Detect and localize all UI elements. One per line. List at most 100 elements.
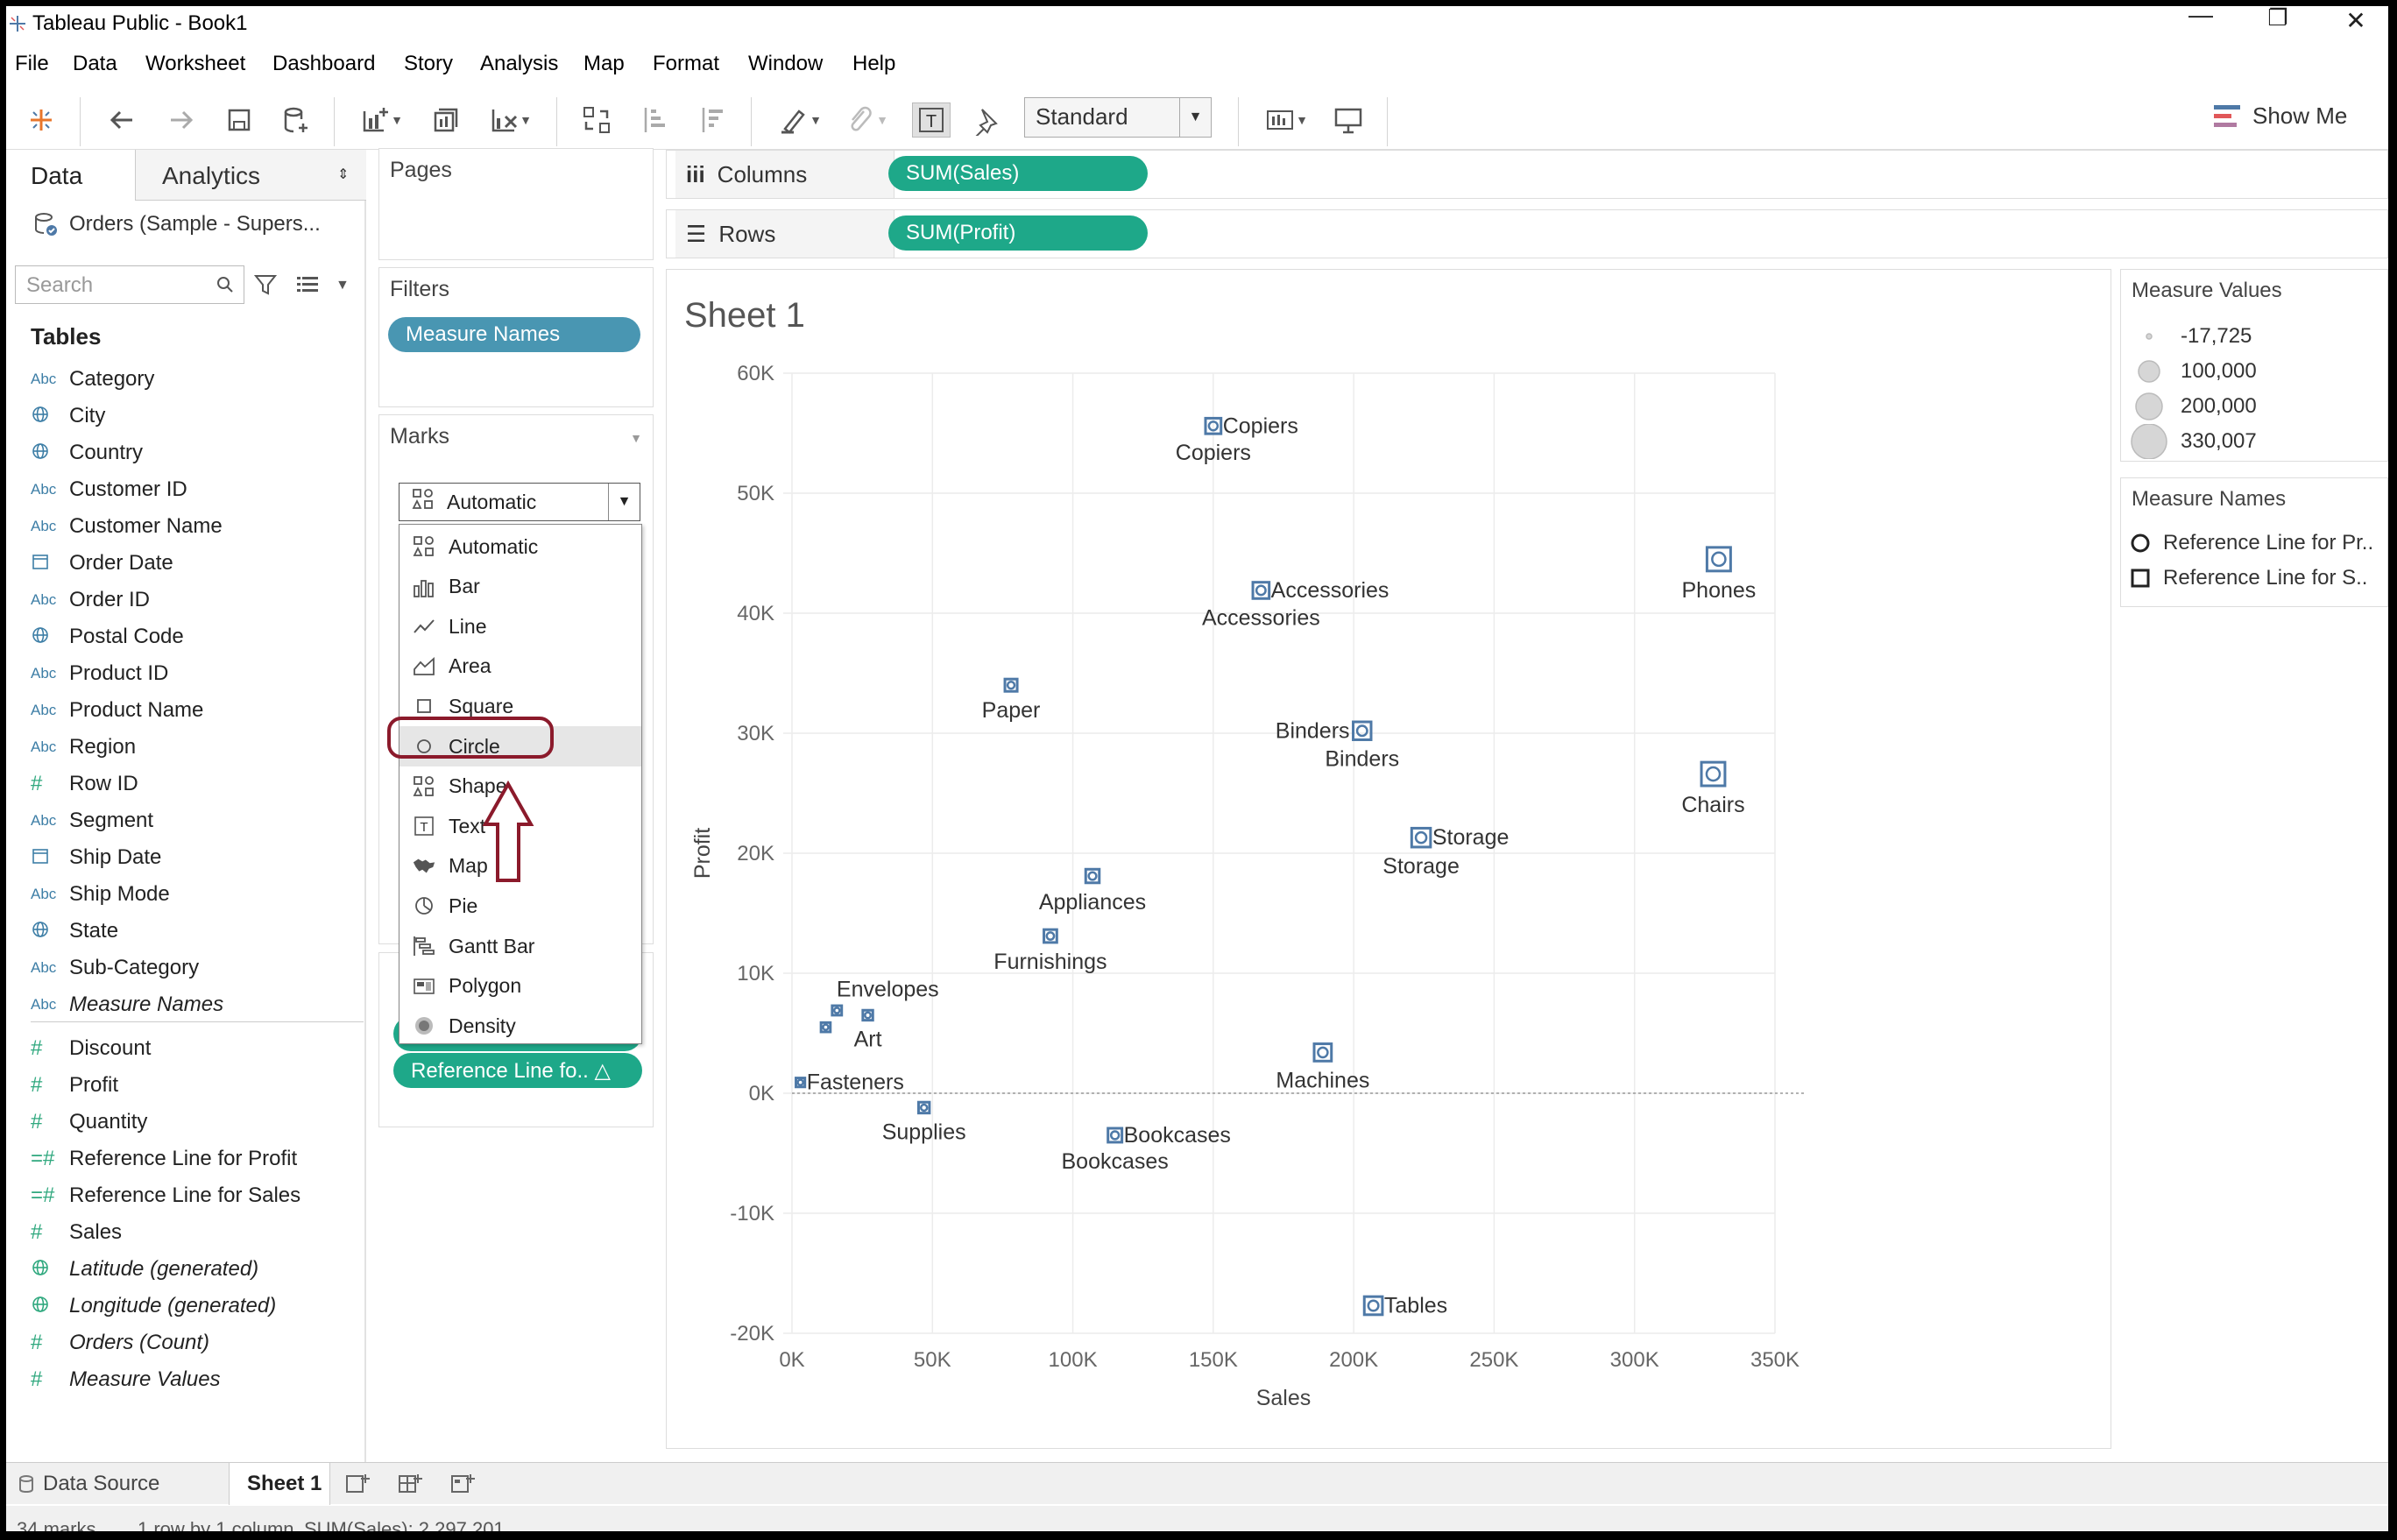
menu-analysis[interactable]: Analysis bbox=[480, 52, 558, 76]
mark-type-option-density[interactable]: Density bbox=[400, 1006, 641, 1046]
field-sub-category[interactable]: Abc Sub-Category bbox=[31, 950, 364, 986]
field-row-id[interactable]: # Row ID bbox=[31, 766, 364, 802]
field-latitude-generated[interactable]: Latitude (generated) bbox=[31, 1251, 364, 1288]
field-country[interactable]: Country bbox=[31, 434, 364, 471]
mark-type-option-bar[interactable]: Bar bbox=[400, 567, 641, 607]
field-reference-line-for-profit[interactable]: =# Reference Line for Profit bbox=[31, 1141, 364, 1177]
show-me-button[interactable]: Show Me bbox=[2214, 102, 2347, 130]
columns-pill-sum-sales[interactable]: SUM(Sales) bbox=[888, 156, 1148, 191]
field-order-id[interactable]: Abc Order ID bbox=[31, 582, 364, 618]
tab-data[interactable]: Data bbox=[6, 150, 136, 201]
field-orders-count[interactable]: # Orders (Count) bbox=[31, 1325, 364, 1361]
field-segment[interactable]: Abc Segment bbox=[31, 802, 364, 839]
undo-icon[interactable] bbox=[104, 102, 139, 138]
mark-type-option-gantt-bar[interactable]: Gantt Bar bbox=[400, 926, 641, 966]
field-profit[interactable]: # Profit bbox=[31, 1067, 364, 1104]
maximize-button[interactable]: ❐ bbox=[2252, 6, 2304, 32]
save-icon[interactable] bbox=[222, 102, 257, 138]
datasource-item[interactable]: Orders (Sample - Supers... bbox=[32, 211, 321, 237]
new-story-tab-icon[interactable] bbox=[449, 1463, 476, 1505]
field-state[interactable]: State bbox=[31, 913, 364, 950]
new-datasource-icon[interactable] bbox=[278, 102, 313, 138]
new-dashboard-tab-icon[interactable] bbox=[397, 1463, 423, 1505]
menu-dashboard[interactable]: Dashboard bbox=[272, 52, 375, 76]
field-longitude-generated[interactable]: Longitude (generated) bbox=[31, 1288, 364, 1325]
filter-icon[interactable] bbox=[253, 272, 278, 297]
data-source-tab[interactable]: Data Source bbox=[18, 1463, 159, 1505]
window-title: Tableau Public - Book1 bbox=[32, 11, 248, 35]
chevron-down-icon[interactable]: ▼ bbox=[608, 484, 640, 520]
fit-view-icon[interactable]: ▼ bbox=[1257, 102, 1315, 138]
field-search-input[interactable]: Search bbox=[15, 265, 244, 304]
menu-worksheet[interactable]: Worksheet bbox=[145, 52, 245, 76]
fix-axes-icon[interactable] bbox=[968, 102, 1003, 138]
field-ship-date[interactable]: Ship Date bbox=[31, 839, 364, 876]
show-mark-labels-icon[interactable]: T bbox=[912, 102, 951, 138]
redo-icon[interactable] bbox=[164, 102, 199, 138]
menu-story[interactable]: Story bbox=[404, 52, 453, 76]
data-point-circle bbox=[1109, 1130, 1121, 1141]
field-product-name[interactable]: Abc Product Name bbox=[31, 692, 364, 729]
view-list-icon[interactable] bbox=[295, 274, 320, 295]
field-sales[interactable]: # Sales bbox=[31, 1214, 364, 1251]
field-category[interactable]: Abc Category bbox=[31, 361, 364, 398]
sort-ascending-icon[interactable] bbox=[637, 102, 672, 138]
swap-rows-columns-icon[interactable] bbox=[579, 102, 614, 138]
mark-label-mode-select[interactable]: Standard ▼ bbox=[1024, 97, 1212, 138]
group-members-icon[interactable]: ▼ bbox=[840, 102, 893, 138]
menu-map[interactable]: Map bbox=[583, 52, 625, 76]
rows-pill-sum-profit[interactable]: SUM(Profit) bbox=[888, 215, 1148, 251]
size-legend-item[interactable]: 330,007 bbox=[2130, 424, 2257, 459]
collapse-icon[interactable]: ⇕ bbox=[337, 166, 349, 183]
shape-legend-item[interactable]: Reference Line for S.. bbox=[2130, 566, 2367, 590]
minimize-button[interactable]: — bbox=[2174, 6, 2227, 29]
reference-line-pill[interactable]: Reference Line fo.. △ bbox=[393, 1053, 642, 1088]
tab-analytics[interactable]: Analytics ⇕ bbox=[138, 162, 349, 190]
filter-pill-measure-names[interactable]: Measure Names bbox=[388, 317, 640, 352]
field-quantity[interactable]: # Quantity bbox=[31, 1104, 364, 1141]
field-city[interactable]: City bbox=[31, 398, 364, 434]
data-point-circle bbox=[919, 1103, 929, 1113]
chevron-down-icon[interactable]: ▼ bbox=[630, 431, 642, 445]
field-measure-values[interactable]: # Measure Values bbox=[31, 1361, 364, 1398]
field-postal-code[interactable]: Postal Code bbox=[31, 618, 364, 655]
mark-type-select[interactable]: Automatic ▼ bbox=[399, 483, 640, 521]
tableau-home-icon[interactable] bbox=[24, 102, 59, 138]
duplicate-sheet-icon[interactable] bbox=[428, 102, 463, 138]
sort-descending-icon[interactable] bbox=[695, 102, 730, 138]
field-discount[interactable]: # Discount bbox=[31, 1030, 364, 1067]
size-legend-item[interactable]: -17,725 bbox=[2130, 319, 2252, 354]
field-order-date[interactable]: Order Date bbox=[31, 545, 364, 582]
field-product-id[interactable]: Abc Product ID bbox=[31, 655, 364, 692]
field-measure-names[interactable]: Abc Measure Names bbox=[31, 986, 364, 1023]
menu-window[interactable]: Window bbox=[748, 52, 823, 76]
mark-type-option-line[interactable]: Line bbox=[400, 606, 641, 646]
circle-shape-icon bbox=[2131, 533, 2150, 553]
menu-data[interactable]: Data bbox=[73, 52, 117, 76]
rows-label: ☰ Rows bbox=[675, 210, 894, 258]
mark-type-option-area[interactable]: Area bbox=[400, 646, 641, 687]
field-region[interactable]: Abc Region bbox=[31, 729, 364, 766]
menu-help[interactable]: Help bbox=[852, 52, 895, 76]
field-customer-id[interactable]: Abc Customer ID bbox=[31, 471, 364, 508]
size-legend-item[interactable]: 200,000 bbox=[2130, 389, 2257, 424]
chevron-down-icon[interactable]: ▼ bbox=[336, 278, 350, 293]
field-ship-mode[interactable]: Abc Ship Mode bbox=[31, 876, 364, 913]
sheet-1-tab[interactable]: Sheet 1 bbox=[229, 1463, 330, 1505]
size-circle-icon bbox=[2131, 424, 2167, 459]
close-button[interactable]: ✕ bbox=[2330, 6, 2382, 35]
field-reference-line-for-sales[interactable]: =# Reference Line for Sales bbox=[31, 1177, 364, 1214]
menu-format[interactable]: Format bbox=[653, 52, 719, 76]
menu-file[interactable]: File bbox=[15, 52, 49, 76]
new-worksheet-tab-icon[interactable] bbox=[344, 1463, 371, 1505]
presentation-mode-icon[interactable] bbox=[1331, 102, 1366, 138]
mark-type-option-polygon[interactable]: Polygon bbox=[400, 966, 641, 1007]
clear-sheet-icon[interactable]: ▼ bbox=[481, 102, 539, 138]
chevron-down-icon[interactable]: ▼ bbox=[1179, 98, 1211, 137]
size-legend-item[interactable]: 100,000 bbox=[2130, 354, 2257, 389]
mark-type-option-automatic[interactable]: Automatic bbox=[400, 526, 641, 567]
shape-legend-item[interactable]: Reference Line for Pr.. bbox=[2130, 531, 2373, 555]
highlight-icon[interactable]: ▼ bbox=[774, 102, 826, 138]
field-customer-name[interactable]: Abc Customer Name bbox=[31, 508, 364, 545]
new-worksheet-icon[interactable]: ▼ bbox=[355, 102, 407, 138]
